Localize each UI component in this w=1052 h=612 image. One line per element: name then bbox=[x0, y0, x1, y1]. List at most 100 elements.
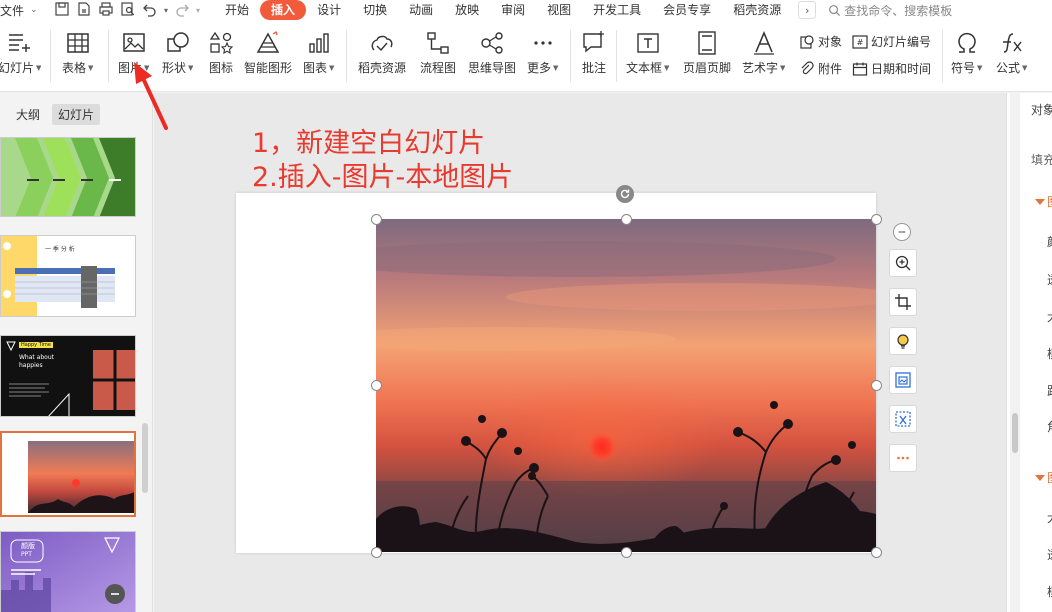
more-insert-button[interactable]: 更多 ▼ bbox=[527, 30, 558, 76]
property-row-5: 距 bbox=[1047, 382, 1052, 399]
textbox-icon bbox=[637, 33, 659, 53]
menu-bar: 文件 ⌄ ▾ ▾ 开始 插入 设计 切换 动画 放映 审阅 视图 开发工具 会员… bbox=[0, 0, 1052, 20]
attachment-button[interactable]: 附件 bbox=[799, 60, 842, 77]
redo-dropdown-icon[interactable]: ▾ bbox=[196, 6, 200, 15]
slides-tab[interactable]: 幻灯片 bbox=[52, 104, 101, 125]
resize-handle-bottom[interactable] bbox=[621, 547, 632, 558]
slide-1-preview bbox=[1, 138, 135, 216]
tab-member[interactable]: 会员专享 bbox=[652, 0, 722, 20]
header-footer-button[interactable]: 页眉页脚 bbox=[683, 30, 731, 76]
flowchart-icon bbox=[427, 32, 449, 54]
cutout-icon bbox=[895, 411, 911, 427]
fill-tab[interactable]: 填充 bbox=[1031, 151, 1052, 168]
resize-handle-bottom-left[interactable] bbox=[371, 547, 382, 558]
outline-tab[interactable]: 大纲 bbox=[10, 104, 46, 125]
mindmap-label: 思维导图 bbox=[468, 61, 517, 75]
chart-icon bbox=[309, 33, 329, 53]
crop-picture-button[interactable] bbox=[889, 288, 917, 316]
thumbnail-scrollbar[interactable] bbox=[142, 423, 148, 493]
header-footer-label: 页眉页脚 bbox=[683, 61, 732, 75]
flowchart-button[interactable]: 流程图 bbox=[420, 30, 456, 76]
property-row-7: 大 bbox=[1047, 509, 1052, 526]
smart-graphic-button[interactable]: 智能图形 bbox=[244, 30, 292, 76]
slide-thumbnail-4-selected[interactable] bbox=[0, 431, 136, 517]
resize-handle-top-left[interactable] bbox=[371, 214, 382, 225]
table-button[interactable]: 表格 ▼ bbox=[62, 30, 93, 76]
more-dots-icon bbox=[534, 41, 552, 45]
object-label: 对象 bbox=[818, 35, 843, 49]
chart-button[interactable]: 图表 ▼ bbox=[303, 30, 334, 76]
docer-resources-label: 稻壳资源 bbox=[358, 61, 407, 75]
sunset-image bbox=[376, 219, 876, 552]
formula-button[interactable]: 公式 ▼ bbox=[996, 30, 1027, 76]
instruction-step-1: 1，新建空白幻灯片 bbox=[252, 128, 486, 159]
resize-handle-top-right[interactable] bbox=[871, 214, 882, 225]
symbol-button[interactable]: 符号 ▼ bbox=[951, 30, 982, 76]
ribbon-separator bbox=[942, 30, 943, 82]
more-tabs-button[interactable]: › bbox=[798, 1, 817, 19]
ribbon-separator bbox=[108, 30, 109, 82]
section-2-title: 图 bbox=[1047, 469, 1052, 486]
undo-icon[interactable] bbox=[142, 1, 158, 20]
tab-design[interactable]: 设计 bbox=[306, 0, 352, 20]
slide-thumbnail-1[interactable] bbox=[0, 137, 136, 217]
slide-thumbnail-2[interactable]: 一 季 分 析 bbox=[0, 235, 136, 317]
section-expand-icon[interactable] bbox=[1035, 475, 1045, 481]
mindmap-button[interactable]: 思维导图 bbox=[468, 30, 516, 76]
tab-transition[interactable]: 切换 bbox=[352, 0, 398, 20]
object-button[interactable]: 对象 bbox=[799, 33, 842, 50]
comment-label: 批注 bbox=[581, 61, 606, 75]
file-menu-label: 文件 bbox=[0, 3, 25, 18]
wordart-button[interactable]: 艺术字 ▼ bbox=[742, 30, 785, 76]
tab-review[interactable]: 审阅 bbox=[490, 0, 536, 20]
collapse-toolbar-button[interactable] bbox=[893, 223, 911, 241]
object-icon bbox=[800, 34, 814, 49]
print-icon[interactable] bbox=[98, 1, 114, 20]
ai-picture-button[interactable] bbox=[889, 327, 917, 355]
comment-button[interactable]: 批注 bbox=[581, 30, 607, 76]
undo-dropdown-icon[interactable]: ▾ bbox=[164, 6, 168, 15]
export-pdf-icon[interactable] bbox=[76, 1, 92, 20]
wordart-label: 艺术字 bbox=[742, 61, 779, 75]
tab-docer[interactable]: 稻壳资源 bbox=[722, 0, 792, 20]
inserted-sunset-picture[interactable] bbox=[376, 219, 876, 552]
icon-library-icon bbox=[209, 31, 234, 55]
resize-handle-left[interactable] bbox=[371, 380, 382, 391]
flowchart-label: 流程图 bbox=[420, 61, 457, 75]
tab-animation[interactable]: 动画 bbox=[398, 0, 444, 20]
scrollbar-thumb[interactable] bbox=[1012, 413, 1018, 453]
date-time-button[interactable]: 日期和时间 bbox=[852, 60, 931, 77]
tab-insert[interactable]: 插入 bbox=[260, 0, 307, 20]
rotate-handle[interactable] bbox=[616, 185, 634, 203]
slide-number-button[interactable]: # 幻灯片编号 bbox=[852, 33, 931, 50]
canvas-vertical-scrollbar[interactable] bbox=[1010, 93, 1020, 612]
tab-developer[interactable]: 开发工具 bbox=[582, 0, 652, 20]
property-row-3: 大 bbox=[1047, 308, 1052, 325]
instruction-step-2: 2.插入-图片-本地图片 bbox=[252, 162, 514, 193]
tab-home[interactable]: 开始 bbox=[214, 0, 260, 20]
resize-handle-bottom-right[interactable] bbox=[871, 547, 882, 558]
resize-handle-top[interactable] bbox=[621, 214, 632, 225]
save-icon[interactable] bbox=[54, 1, 70, 20]
tab-slideshow[interactable]: 放映 bbox=[444, 0, 490, 20]
redo-icon[interactable] bbox=[174, 1, 190, 20]
cutout-picture-button[interactable] bbox=[889, 405, 917, 433]
more-picture-tools-button[interactable] bbox=[889, 444, 917, 472]
slide-3-preview bbox=[1, 336, 135, 416]
new-slide-button[interactable]: 幻灯片 ▼ bbox=[0, 30, 41, 76]
tab-view[interactable]: 视图 bbox=[536, 0, 582, 20]
resize-handle-right[interactable] bbox=[871, 380, 882, 391]
print-preview-icon[interactable] bbox=[120, 1, 136, 20]
icon-library-button[interactable]: 图标 bbox=[208, 30, 234, 76]
docer-resources-button[interactable]: 稻壳资源 bbox=[358, 30, 406, 76]
property-row-2: 透 bbox=[1047, 271, 1052, 288]
picture-to-text-button[interactable] bbox=[889, 366, 917, 394]
command-search[interactable]: 查找命令、搜索模板 bbox=[828, 2, 952, 19]
file-menu[interactable]: 文件 ⌄ bbox=[0, 2, 48, 19]
slide-thumbnail-3[interactable]: Happy Time What about happies bbox=[0, 335, 136, 417]
rotate-icon bbox=[620, 189, 630, 199]
slide-thumbnail-5[interactable]: 颜版 PPT bbox=[0, 531, 136, 612]
section-expand-icon[interactable] bbox=[1035, 199, 1045, 205]
zoom-picture-button[interactable] bbox=[889, 249, 917, 277]
textbox-button[interactable]: 文本框 ▼ bbox=[626, 30, 669, 76]
